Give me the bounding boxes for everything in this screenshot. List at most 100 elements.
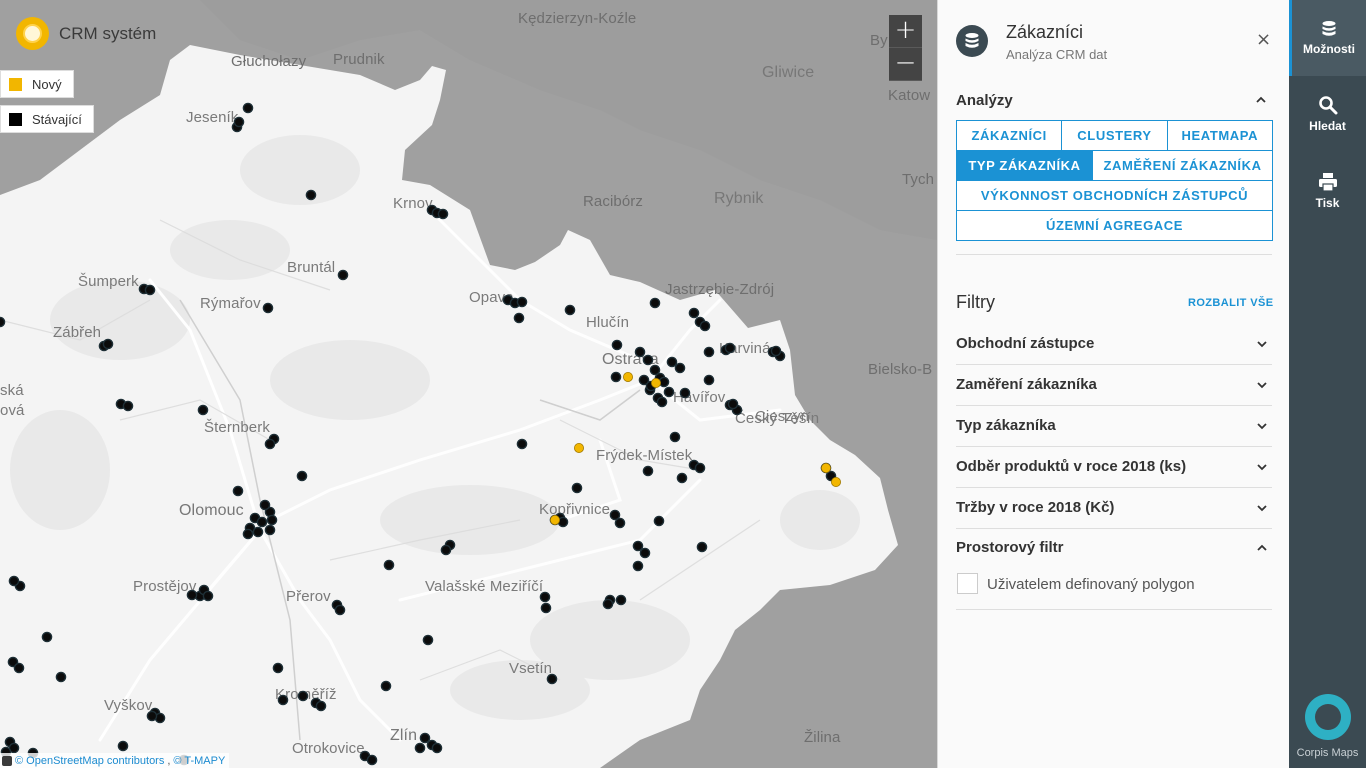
customer-point-existing[interactable]: [414, 742, 426, 754]
filter-obchodni-zastupce[interactable]: Obchodní zástupce: [956, 324, 1272, 365]
customer-point-existing[interactable]: [186, 589, 198, 601]
filter-prostorovy-filtr[interactable]: Prostorový filtr: [956, 528, 1272, 569]
customer-point-existing[interactable]: [703, 374, 715, 386]
customer-point-existing[interactable]: [642, 354, 654, 366]
customer-point-existing[interactable]: [259, 499, 271, 511]
customer-point-existing[interactable]: [642, 465, 654, 477]
customer-point-existing[interactable]: [727, 398, 739, 410]
customer-point-existing[interactable]: [264, 438, 276, 450]
customer-point-new[interactable]: [550, 515, 561, 526]
map-canvas[interactable]: Kędzierzyn-Koźle Gliwice Katow By Racibó…: [0, 0, 937, 768]
customer-point-existing[interactable]: [256, 516, 268, 528]
close-icon[interactable]: ×: [1256, 29, 1271, 50]
customer-point-existing[interactable]: [305, 189, 317, 201]
customer-point-existing[interactable]: [264, 524, 276, 536]
customer-point-existing[interactable]: [252, 526, 264, 538]
analysis-button-uzemni-agregace[interactable]: ÚZEMNÍ AGREGACE: [956, 210, 1273, 241]
customer-point-existing[interactable]: [232, 485, 244, 497]
customer-point-existing[interactable]: [277, 694, 289, 706]
sidebar-item-tisk[interactable]: Tisk: [1289, 153, 1366, 229]
customer-point-existing[interactable]: [297, 690, 309, 702]
customer-point-existing[interactable]: [653, 515, 665, 527]
customer-point-existing[interactable]: [724, 342, 736, 354]
filter-zamereni-zakaznika[interactable]: Zaměření zákazníka: [956, 365, 1272, 406]
osm-attribution-link[interactable]: © OpenStreetMap contributors: [15, 755, 164, 767]
customer-point-existing[interactable]: [694, 462, 706, 474]
customer-point-existing[interactable]: [656, 396, 668, 408]
zoom-out-button[interactable]: −: [889, 48, 922, 81]
customer-point-existing[interactable]: [546, 673, 558, 685]
customer-point-existing[interactable]: [663, 386, 675, 398]
tmapy-attribution-link[interactable]: © T-MAPY: [173, 755, 225, 767]
analysis-button-zamereni-zakaznika[interactable]: ZAMĚŘENÍ ZÁKAZNÍKA: [1092, 150, 1273, 181]
customer-point-existing[interactable]: [315, 700, 327, 712]
customer-point-existing[interactable]: [366, 754, 378, 766]
customer-point-existing[interactable]: [380, 680, 392, 692]
analysis-button-clustery[interactable]: CLUSTERY: [1061, 120, 1168, 151]
filter-odber-produktu[interactable]: Odběr produktů v roce 2018 (ks): [956, 447, 1272, 488]
customer-point-existing[interactable]: [770, 345, 782, 357]
customer-point-existing[interactable]: [41, 631, 53, 643]
analysis-button-typ-zakaznika[interactable]: TYP ZÁKAZNÍKA: [956, 150, 1093, 181]
customer-point-existing[interactable]: [674, 362, 686, 374]
chevron-up-icon[interactable]: [1254, 93, 1268, 107]
zoom-in-button[interactable]: +: [889, 15, 922, 48]
customer-point-existing[interactable]: [611, 339, 623, 351]
customer-point-existing[interactable]: [296, 470, 308, 482]
customer-point-existing[interactable]: [233, 116, 245, 128]
customer-point-existing[interactable]: [242, 102, 254, 114]
customer-point-existing[interactable]: [419, 732, 431, 744]
customer-point-existing[interactable]: [262, 302, 274, 314]
sidebar-item-hledat[interactable]: Hledat: [1289, 76, 1366, 152]
customer-point-existing[interactable]: [688, 307, 700, 319]
customer-point-existing[interactable]: [539, 591, 551, 603]
filter-trzby[interactable]: Tržby v roce 2018 (Kč): [956, 488, 1272, 529]
customer-point-existing[interactable]: [272, 662, 284, 674]
customer-point-existing[interactable]: [632, 560, 644, 572]
customer-point-existing[interactable]: [102, 338, 114, 350]
customer-point-existing[interactable]: [703, 346, 715, 358]
customer-point-existing[interactable]: [634, 346, 646, 358]
customer-point-existing[interactable]: [8, 575, 20, 587]
customer-point-existing[interactable]: [676, 472, 688, 484]
analysis-button-heatmapa[interactable]: HEATMAPA: [1166, 120, 1273, 151]
analysis-button-vykonnost[interactable]: VÝKONNOST OBCHODNÍCH ZÁSTUPCŮ: [956, 180, 1273, 211]
expand-all-button[interactable]: ROZBALIT VŠE: [1188, 297, 1273, 309]
polygon-checkbox-label[interactable]: Uživatelem definovaný polygon: [987, 576, 1195, 593]
customer-point-existing[interactable]: [649, 297, 661, 309]
analysis-button-zakaznici[interactable]: ZÁKAZNÍCI: [956, 120, 1063, 151]
customer-point-existing[interactable]: [666, 356, 678, 368]
customer-point-existing[interactable]: [602, 598, 614, 610]
customer-point-existing[interactable]: [437, 208, 449, 220]
customer-point-existing[interactable]: [696, 541, 708, 553]
customer-point-existing[interactable]: [146, 710, 158, 722]
customer-point-existing[interactable]: [516, 296, 528, 308]
customer-point-existing[interactable]: [516, 438, 528, 450]
customer-point-existing[interactable]: [440, 544, 452, 556]
customer-point-existing[interactable]: [422, 634, 434, 646]
customer-point-existing[interactable]: [242, 528, 254, 540]
customer-point-new[interactable]: [831, 476, 842, 487]
customer-point-existing[interactable]: [639, 547, 651, 559]
customer-point-existing[interactable]: [431, 742, 443, 754]
customer-point-new[interactable]: [574, 442, 585, 453]
polygon-checkbox[interactable]: [957, 573, 978, 594]
customer-points-layer[interactable]: [0, 0, 937, 768]
customer-point-existing[interactable]: [614, 517, 626, 529]
customer-point-new[interactable]: [623, 371, 634, 382]
customer-point-existing[interactable]: [117, 740, 129, 752]
customer-point-existing[interactable]: [571, 482, 583, 494]
customer-point-existing[interactable]: [337, 269, 349, 281]
customer-point-new[interactable]: [651, 377, 662, 388]
customer-point-existing[interactable]: [513, 312, 525, 324]
customer-point-existing[interactable]: [334, 604, 346, 616]
customer-point-existing[interactable]: [122, 400, 134, 412]
customer-point-existing[interactable]: [610, 371, 622, 383]
customer-point-existing[interactable]: [13, 662, 25, 674]
customer-point-existing[interactable]: [266, 514, 278, 526]
customer-point-existing[interactable]: [383, 559, 395, 571]
customer-point-existing[interactable]: [564, 304, 576, 316]
customer-point-existing[interactable]: [632, 540, 644, 552]
filter-typ-zakaznika[interactable]: Typ zákazníka: [956, 406, 1272, 447]
customer-point-existing[interactable]: [615, 594, 627, 606]
